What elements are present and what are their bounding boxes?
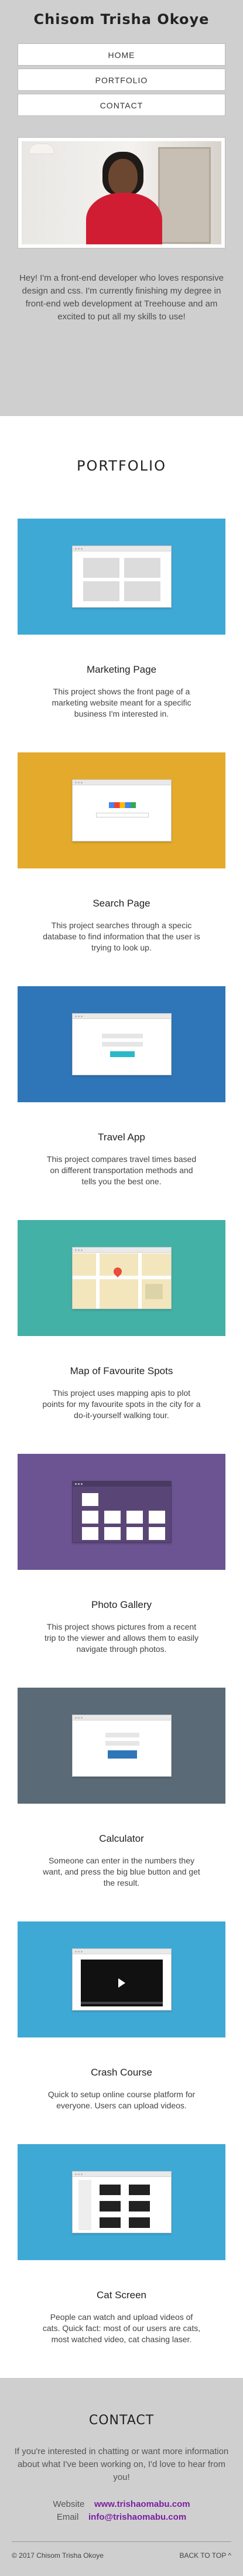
portfolio-heading: PORTFOLIO	[77, 458, 166, 474]
project-description: This project compares travel times based…	[46, 1154, 197, 1186]
site-header: Chisom Trisha Okoye HOME PORTFOLIO CONTA…	[0, 0, 243, 416]
website-link[interactable]: www.trishaomabu.com	[94, 2499, 190, 2509]
project-title: Crash Course	[91, 2067, 152, 2078]
project-description: Someone can enter in the numbers they wa…	[43, 1856, 200, 1887]
project-description: People can watch and upload videos of ca…	[42, 2312, 201, 2344]
back-to-top-link[interactable]: BACK TO TOP ^	[179, 2551, 231, 2560]
project-description: This project shows pictures from a recen…	[44, 1622, 198, 1654]
project-thumbnail[interactable]	[18, 986, 225, 1102]
project-title: Calculator	[99, 1833, 144, 1844]
project-map: Map of Favourite Spots This project uses…	[0, 1220, 243, 1421]
nav-portfolio[interactable]: PORTFOLIO	[18, 69, 225, 91]
project-marketing-page: Marketing Page This project shows the fr…	[0, 519, 243, 720]
project-thumbnail[interactable]	[18, 1921, 225, 2037]
project-description: Quick to setup online course platform fo…	[47, 2090, 196, 2110]
project-title: Photo Gallery	[91, 1599, 152, 1610]
project-thumbnail[interactable]	[18, 2144, 225, 2260]
project-thumbnail[interactable]	[18, 1220, 225, 1336]
project-thumbnail[interactable]	[18, 752, 225, 868]
nav-home[interactable]: HOME	[18, 43, 225, 66]
profile-photo	[18, 137, 225, 248]
project-travel-app: Travel App This project compares travel …	[0, 986, 243, 1187]
project-thumbnail[interactable]	[18, 1454, 225, 1570]
email-link[interactable]: info@trishaomabu.com	[88, 2512, 186, 2522]
nav-contact[interactable]: CONTACT	[18, 94, 225, 116]
portfolio-section: PORTFOLIO Marketing Page This project sh…	[0, 416, 243, 2345]
contact-message: If you're interested in chatting or want…	[14, 2446, 229, 2482]
email-label: Email	[56, 2512, 79, 2522]
project-description: This project shows the front page of a m…	[52, 687, 191, 718]
project-photo-gallery: Photo Gallery This project shows picture…	[0, 1454, 243, 1655]
website-label: Website	[53, 2499, 85, 2509]
main-nav: HOME PORTFOLIO CONTACT	[18, 43, 225, 116]
footer: © 2017 Chisom Trisha Okoye BACK TO TOP ^	[12, 2551, 231, 2560]
project-search-page: Search Page This project searches throug…	[0, 752, 243, 953]
project-thumbnail[interactable]	[18, 519, 225, 635]
contact-heading: CONTACT	[88, 2413, 155, 2428]
project-calculator: Calculator Someone can enter in the numb…	[0, 1688, 243, 1889]
intro-text: Hey! I'm a front-end developer who loves…	[19, 273, 224, 322]
project-title: Map of Favourite Spots	[70, 1365, 173, 1376]
project-cat-screen: Cat Screen People can watch and upload v…	[0, 2144, 243, 2345]
project-title: Search Page	[93, 898, 150, 909]
project-description: This project uses mapping apis to plot p…	[42, 1388, 201, 1420]
project-title: Travel App	[98, 1132, 145, 1143]
project-description: This project searches through a specic d…	[43, 921, 200, 952]
contact-section: CONTACT If you're interested in chatting…	[0, 2378, 243, 2576]
footer-divider	[12, 2541, 231, 2542]
project-crash-course: Crash Course Quick to setup online cours…	[0, 1921, 243, 2111]
copyright: © 2017 Chisom Trisha Okoye	[12, 2551, 104, 2560]
site-title: Chisom Trisha Okoye	[33, 11, 210, 28]
project-title: Cat Screen	[96, 2289, 147, 2301]
project-title: Marketing Page	[86, 664, 157, 675]
project-thumbnail[interactable]	[18, 1688, 225, 1804]
